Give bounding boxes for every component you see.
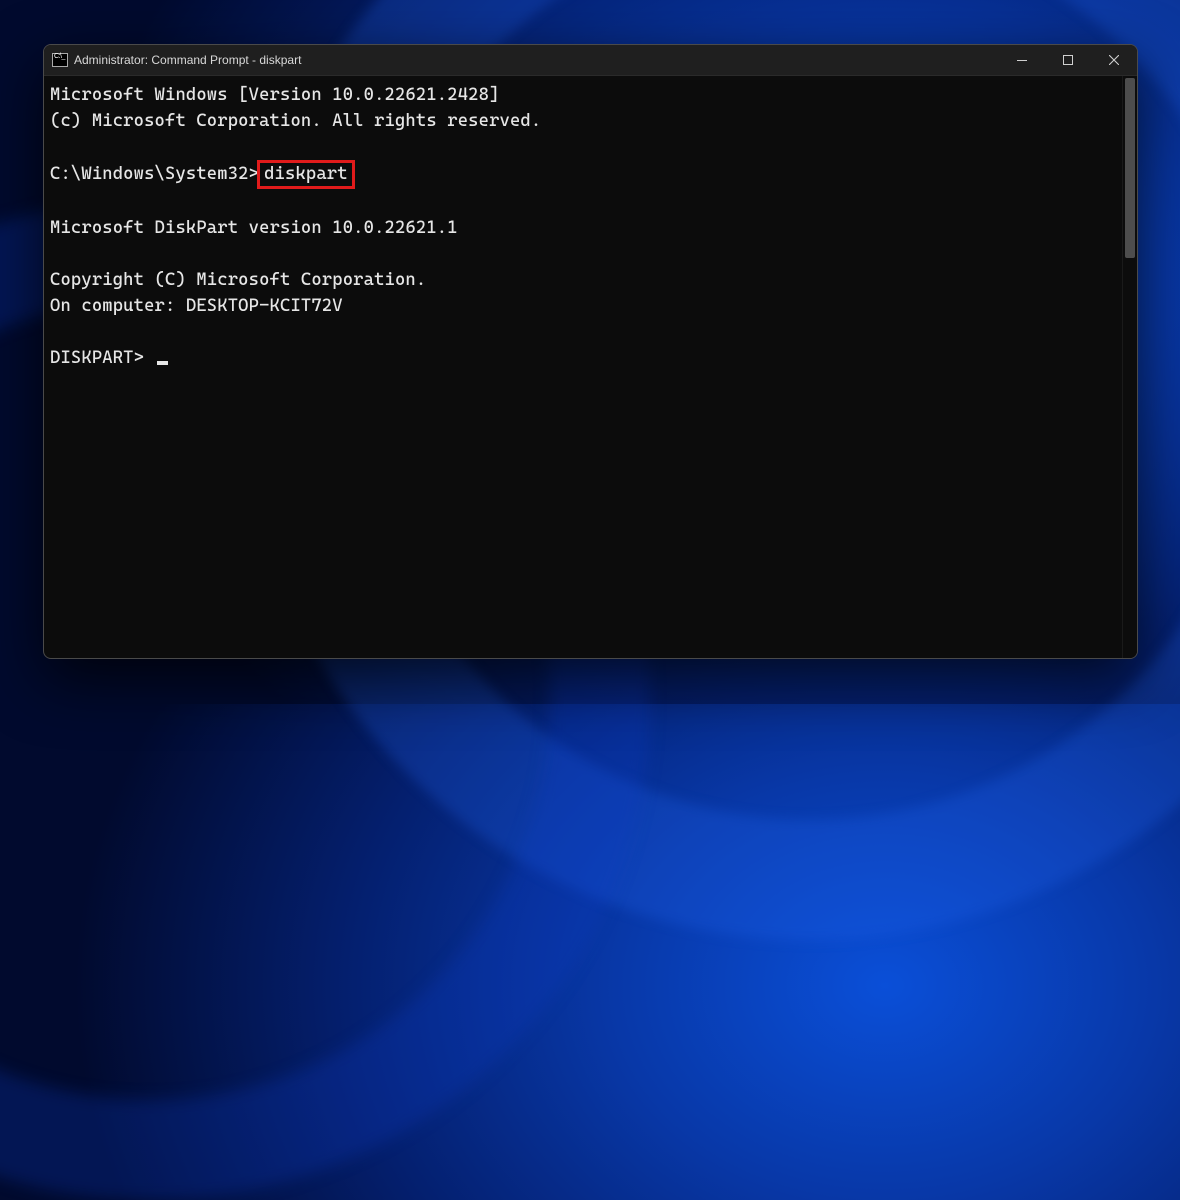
titlebar[interactable]: Administrator: Command Prompt - diskpart [44,45,1137,76]
command-prompt-window: Administrator: Command Prompt - diskpart… [43,44,1138,659]
output-line: Copyright (C) Microsoft Corporation. [50,270,426,290]
cursor [157,361,168,365]
window-title: Administrator: Command Prompt - diskpart [74,53,301,67]
output-line: Microsoft Windows [Version 10.0.22621.24… [50,85,500,105]
titlebar-left: Administrator: Command Prompt - diskpart [52,53,301,67]
close-button[interactable] [1091,45,1137,75]
cmd-icon [52,53,68,67]
window-controls [999,45,1137,75]
minimize-button[interactable] [999,45,1045,75]
output-line: (c) Microsoft Corporation. All rights re… [50,111,541,131]
highlighted-command: diskpart [257,160,355,189]
maximize-button[interactable] [1045,45,1091,75]
vertical-scrollbar[interactable] [1122,76,1137,658]
terminal-area: Microsoft Windows [Version 10.0.22621.24… [44,76,1137,658]
output-line: Microsoft DiskPart version 10.0.22621.1 [50,218,458,238]
prompt-path: C:\Windows\System32> [50,164,259,184]
terminal-output[interactable]: Microsoft Windows [Version 10.0.22621.24… [44,76,1122,658]
scrollbar-thumb[interactable] [1125,78,1135,258]
diskpart-prompt: DISKPART> [50,348,155,368]
output-line: On computer: DESKTOP-KCIT72V [50,296,343,316]
